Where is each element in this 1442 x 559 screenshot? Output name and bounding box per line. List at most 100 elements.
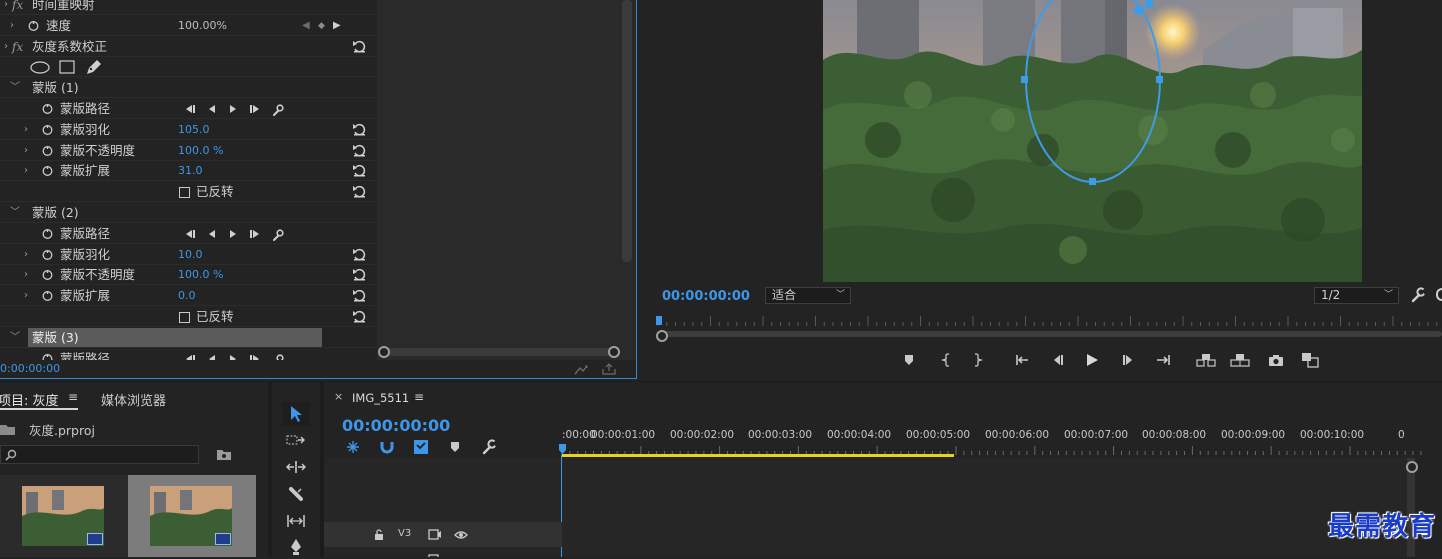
stopwatch-icon[interactable]: [42, 290, 53, 301]
sync-lock-icon[interactable]: [428, 529, 442, 540]
tab-project[interactable]: 项目: 灰度: [0, 390, 59, 409]
param-value[interactable]: 0.0: [178, 286, 196, 306]
export-frame-button[interactable]: [1264, 348, 1288, 372]
reset-icon[interactable]: [352, 310, 366, 323]
track-forward-icon[interactable]: [228, 104, 238, 114]
param-value[interactable]: 10.0: [178, 245, 203, 265]
mask-name[interactable]: 蒙版 (3): [32, 328, 79, 348]
fx-badge-icon[interactable]: fx: [12, 37, 23, 57]
param-value[interactable]: 31.0: [178, 161, 203, 181]
export-icon[interactable]: [602, 363, 616, 375]
add-marker-icon[interactable]: [450, 441, 460, 453]
ripple-edit-tool[interactable]: [282, 455, 310, 479]
prev-keyframe-icon[interactable]: ◀: [302, 16, 310, 36]
zoom-bar-handle[interactable]: [656, 330, 668, 342]
reset-icon[interactable]: [352, 248, 366, 261]
collapse-chevron-icon[interactable]: ﹀: [10, 203, 20, 223]
track-backward-one-icon[interactable]: [184, 104, 196, 114]
expand-chevron-icon[interactable]: ›: [24, 265, 28, 285]
mask-name[interactable]: 蒙版 (2): [32, 203, 79, 223]
stopwatch-icon[interactable]: [28, 20, 39, 31]
stopwatch-icon[interactable]: [42, 249, 53, 260]
media-item-2[interactable]: [128, 475, 256, 557]
track-select-tool[interactable]: [282, 428, 310, 452]
track-backward-icon[interactable]: [207, 354, 217, 360]
go-to-out-button[interactable]: [1150, 348, 1174, 372]
pen-mask-icon[interactable]: [85, 59, 103, 75]
collapse-chevron-icon[interactable]: ›: [4, 0, 8, 15]
mark-in-button[interactable]: [934, 348, 958, 372]
scroll-right-handle[interactable]: [608, 346, 620, 358]
collapse-chevron-icon[interactable]: ﹀: [10, 78, 20, 98]
expand-chevron-icon[interactable]: ›: [24, 120, 28, 140]
overwrite-button[interactable]: [1228, 348, 1252, 372]
stopwatch-icon[interactable]: [42, 269, 53, 280]
track-forward-icon[interactable]: [228, 354, 238, 360]
stopwatch-icon[interactable]: [42, 228, 53, 239]
stopwatch-icon[interactable]: [42, 145, 53, 156]
track-forward-one-icon[interactable]: [249, 104, 261, 114]
track-forward-icon[interactable]: [228, 229, 238, 239]
effect-keyframe-area[interactable]: [377, 0, 636, 360]
tab-menu-icon[interactable]: ≡: [68, 390, 78, 404]
step-back-button[interactable]: [1046, 348, 1070, 372]
expand-chevron-icon[interactable]: ›: [24, 286, 28, 306]
step-forward-button[interactable]: [1116, 348, 1140, 372]
track-header-v3[interactable]: V3: [324, 522, 562, 547]
program-ruler[interactable]: [652, 312, 1442, 330]
mask-name[interactable]: 蒙版 (1): [32, 78, 79, 98]
add-marker-button[interactable]: [897, 348, 921, 372]
program-video-frame[interactable]: [823, 0, 1362, 282]
track-area[interactable]: [562, 458, 1407, 557]
add-keyframe-icon[interactable]: ◆: [318, 16, 325, 36]
track-backward-icon[interactable]: [207, 229, 217, 239]
timeline-settings-wrench-icon[interactable]: [481, 439, 500, 455]
timeline-timecode[interactable]: 00:00:00:00: [342, 416, 450, 435]
collapse-chevron-icon[interactable]: ﹀: [10, 328, 20, 348]
reset-icon[interactable]: [352, 144, 366, 157]
reset-icon[interactable]: [352, 40, 366, 53]
fx-badge-icon[interactable]: fx: [12, 0, 23, 15]
track-backward-one-icon[interactable]: [184, 229, 196, 239]
wrench-icon[interactable]: [272, 229, 284, 241]
program-playhead[interactable]: [656, 316, 662, 325]
wrench-icon[interactable]: [272, 104, 284, 116]
filter-icon[interactable]: [574, 364, 590, 376]
stopwatch-icon[interactable]: [42, 353, 53, 360]
stopwatch-icon[interactable]: [42, 165, 53, 176]
inverted-checkbox[interactable]: [179, 187, 190, 198]
media-item-1[interactable]: [0, 475, 128, 557]
reset-icon[interactable]: [352, 268, 366, 281]
track-forward-one-icon[interactable]: [249, 229, 261, 239]
selection-tool[interactable]: [282, 402, 310, 426]
play-button[interactable]: [1080, 348, 1104, 372]
track-label-v3[interactable]: V3: [398, 528, 411, 539]
work-area-bar[interactable]: [562, 454, 954, 457]
wrench-icon[interactable]: [272, 354, 284, 360]
mark-out-button[interactable]: [966, 348, 990, 372]
linked-selection-icon[interactable]: [413, 439, 429, 455]
razor-tool[interactable]: [282, 482, 310, 506]
timeline-scroll-handle[interactable]: [1406, 461, 1418, 473]
expand-chevron-icon[interactable]: ›: [24, 161, 28, 181]
eye-icon[interactable]: [454, 530, 468, 540]
resolution-dropdown[interactable]: 1/2 ﹀: [1314, 287, 1399, 304]
new-bin-icon[interactable]: [217, 448, 231, 460]
param-value[interactable]: 100.0 %: [178, 141, 223, 161]
collapse-chevron-icon[interactable]: ›: [4, 37, 8, 57]
sequence-menu-icon[interactable]: ≡: [414, 390, 424, 404]
param-value[interactable]: 105.0: [178, 120, 210, 140]
reset-icon[interactable]: [352, 164, 366, 177]
inverted-checkbox[interactable]: [179, 312, 190, 323]
go-to-in-button[interactable]: [1012, 348, 1036, 372]
reset-icon[interactable]: [352, 185, 366, 198]
comparison-view-button[interactable]: [1298, 348, 1322, 372]
pen-tool[interactable]: [282, 535, 310, 559]
slip-tool[interactable]: [282, 509, 310, 533]
track-backward-icon[interactable]: [207, 104, 217, 114]
close-sequence-icon[interactable]: ×: [334, 390, 343, 403]
effect-vertical-scrollbar[interactable]: [622, 0, 632, 262]
reset-icon[interactable]: [352, 123, 366, 136]
sequence-tab[interactable]: IMG_5511: [352, 391, 409, 405]
param-value[interactable]: 100.00%: [178, 16, 227, 36]
